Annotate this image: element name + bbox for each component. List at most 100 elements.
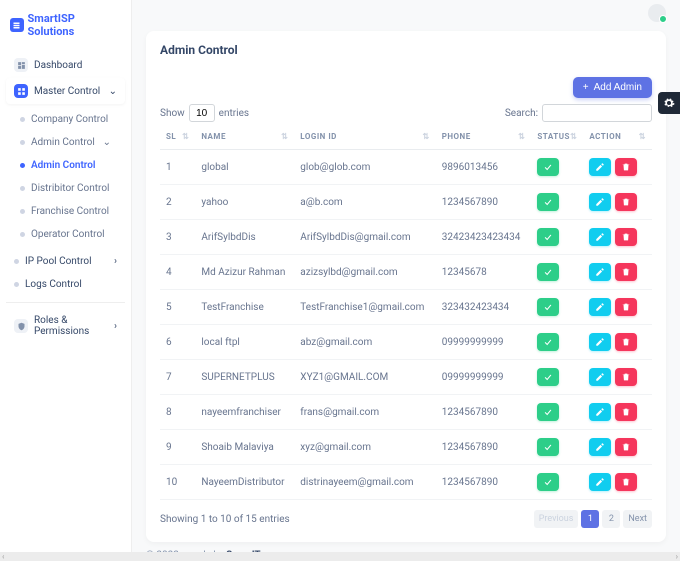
chevron-down-icon: ⌄ bbox=[103, 137, 111, 148]
sidebar-item-master-control[interactable]: Master Control ⌄ bbox=[6, 78, 125, 104]
gear-icon bbox=[663, 97, 675, 109]
status-toggle[interactable] bbox=[537, 298, 559, 316]
edit-button[interactable] bbox=[589, 263, 611, 281]
edit-button[interactable] bbox=[589, 403, 611, 421]
cell-name: nayeemfranchiser bbox=[195, 395, 294, 430]
sidebar-item-company-control[interactable]: Company Control bbox=[12, 108, 119, 131]
status-toggle[interactable] bbox=[537, 438, 559, 456]
cell-name: SUPERNETPLUS bbox=[195, 360, 294, 395]
page-length-input[interactable] bbox=[189, 104, 215, 122]
sidebar: SmartISP Solutions Dashboard Master Cont… bbox=[0, 0, 132, 561]
col-login[interactable]: Login ID⇅ bbox=[294, 124, 435, 150]
sidebar-item-franchise-control[interactable]: Franchise Control bbox=[12, 200, 119, 223]
cell-name: NayeemDistributor bbox=[195, 465, 294, 500]
table-row: 6local ftplabz@gmail.com09999999999 bbox=[160, 325, 652, 360]
cell-phone: 9896013456 bbox=[436, 150, 532, 185]
status-toggle[interactable] bbox=[537, 193, 559, 211]
status-toggle[interactable] bbox=[537, 333, 559, 351]
show-prefix: Show bbox=[160, 108, 185, 119]
status-toggle[interactable] bbox=[537, 158, 559, 176]
cell-sl: 8 bbox=[160, 395, 195, 430]
sort-icon: ⇅ bbox=[518, 132, 525, 141]
status-toggle[interactable] bbox=[537, 368, 559, 386]
sidebar-item-label: Franchise Control bbox=[31, 206, 109, 217]
sidebar-item-ip-pool[interactable]: IP Pool Control› bbox=[6, 250, 125, 273]
sidebar-item-label: Admin Control bbox=[31, 137, 95, 148]
delete-button[interactable] bbox=[615, 263, 637, 281]
page-1[interactable]: 1 bbox=[581, 510, 599, 528]
delete-button[interactable] bbox=[615, 368, 637, 386]
cell-login: xyz@gmail.com bbox=[294, 430, 435, 465]
sidebar-item-admin-control-sub[interactable]: Admin Control bbox=[12, 154, 119, 177]
delete-button[interactable] bbox=[615, 403, 637, 421]
sidebar-item-logs[interactable]: Logs Control bbox=[6, 273, 125, 296]
edit-button[interactable] bbox=[589, 333, 611, 351]
sort-icon: ⇅ bbox=[570, 132, 577, 141]
page-prev[interactable]: Previous bbox=[534, 510, 579, 528]
sidebar-item-admin-control[interactable]: Admin Control ⌄ bbox=[12, 131, 119, 154]
sort-icon: ⇅ bbox=[639, 132, 646, 141]
cell-sl: 5 bbox=[160, 290, 195, 325]
page-next[interactable]: Next bbox=[623, 510, 652, 528]
sidebar-item-distributor-control[interactable]: Distribitor Control bbox=[12, 177, 119, 200]
delete-button[interactable] bbox=[615, 438, 637, 456]
edit-button[interactable] bbox=[589, 158, 611, 176]
edit-button[interactable] bbox=[589, 193, 611, 211]
cell-name: yahoo bbox=[195, 185, 294, 220]
cell-login: frans@gmail.com bbox=[294, 395, 435, 430]
sidebar-item-operator-control[interactable]: Operator Control bbox=[12, 223, 119, 246]
sidebar-item-label: Roles & Permissions bbox=[34, 315, 108, 337]
cell-name: Shoaib Malaviya bbox=[195, 430, 294, 465]
edit-button[interactable] bbox=[589, 298, 611, 316]
col-status[interactable]: Status⇅ bbox=[531, 124, 583, 150]
status-toggle[interactable] bbox=[537, 403, 559, 421]
cell-phone: 32423423423434 bbox=[436, 220, 532, 255]
cell-sl: 9 bbox=[160, 430, 195, 465]
delete-button[interactable] bbox=[615, 158, 637, 176]
delete-button[interactable] bbox=[615, 193, 637, 211]
delete-button[interactable] bbox=[615, 333, 637, 351]
cell-phone: 12345678 bbox=[436, 255, 532, 290]
sidebar-item-dashboard[interactable]: Dashboard bbox=[6, 52, 125, 78]
delete-button[interactable] bbox=[615, 228, 637, 246]
status-toggle[interactable] bbox=[537, 473, 559, 491]
add-admin-button[interactable]: + Add Admin bbox=[573, 77, 652, 98]
show-suffix: entries bbox=[219, 108, 249, 119]
page-2[interactable]: 2 bbox=[602, 510, 620, 528]
table-row: 5TestFranchiseTestFranchise1@gmail.com32… bbox=[160, 290, 652, 325]
table-row: 3ArifSylbdDisArifSylbdDis@gmail.com32423… bbox=[160, 220, 652, 255]
avatar[interactable] bbox=[648, 4, 666, 22]
table-row: 4Md Azizur Rahmanazizsylbd@gmail.com1234… bbox=[160, 255, 652, 290]
edit-button[interactable] bbox=[589, 228, 611, 246]
brand[interactable]: SmartISP Solutions bbox=[0, 8, 131, 48]
sidebar-item-label: Operator Control bbox=[31, 229, 105, 240]
delete-button[interactable] bbox=[615, 473, 637, 491]
sidebar-item-label: Company Control bbox=[31, 114, 108, 125]
sidebar-item-label: Dashboard bbox=[34, 60, 82, 71]
status-toggle[interactable] bbox=[537, 228, 559, 246]
col-sl[interactable]: SL⇅ bbox=[160, 124, 195, 150]
horizontal-scrollbar[interactable]: ‹› bbox=[0, 552, 680, 561]
status-toggle[interactable] bbox=[537, 263, 559, 281]
col-name[interactable]: Name⇅ bbox=[195, 124, 294, 150]
cell-login: TestFranchise1@gmail.com bbox=[294, 290, 435, 325]
chevron-down-icon: ⌄ bbox=[109, 86, 117, 97]
col-action[interactable]: Action⇅ bbox=[583, 124, 652, 150]
sidebar-item-roles[interactable]: Roles & Permissions › bbox=[6, 309, 125, 343]
edit-button[interactable] bbox=[589, 438, 611, 456]
search-input[interactable] bbox=[542, 104, 652, 122]
cell-sl: 4 bbox=[160, 255, 195, 290]
content-card: Admin Control + Add Admin Show entries S… bbox=[146, 31, 666, 542]
shield-icon bbox=[14, 319, 28, 333]
edit-button[interactable] bbox=[589, 368, 611, 386]
delete-button[interactable] bbox=[615, 298, 637, 316]
admin-table: SL⇅ Name⇅ Login ID⇅ Phone⇅ Status⇅ Actio… bbox=[160, 124, 652, 500]
edit-button[interactable] bbox=[589, 473, 611, 491]
col-phone[interactable]: Phone⇅ bbox=[436, 124, 532, 150]
cell-phone: 1234567890 bbox=[436, 430, 532, 465]
settings-fab[interactable] bbox=[658, 92, 680, 114]
cell-login: ArifSylbdDis@gmail.com bbox=[294, 220, 435, 255]
sort-icon: ⇅ bbox=[182, 132, 189, 141]
topbar bbox=[132, 0, 680, 25]
cell-name: local ftpl bbox=[195, 325, 294, 360]
